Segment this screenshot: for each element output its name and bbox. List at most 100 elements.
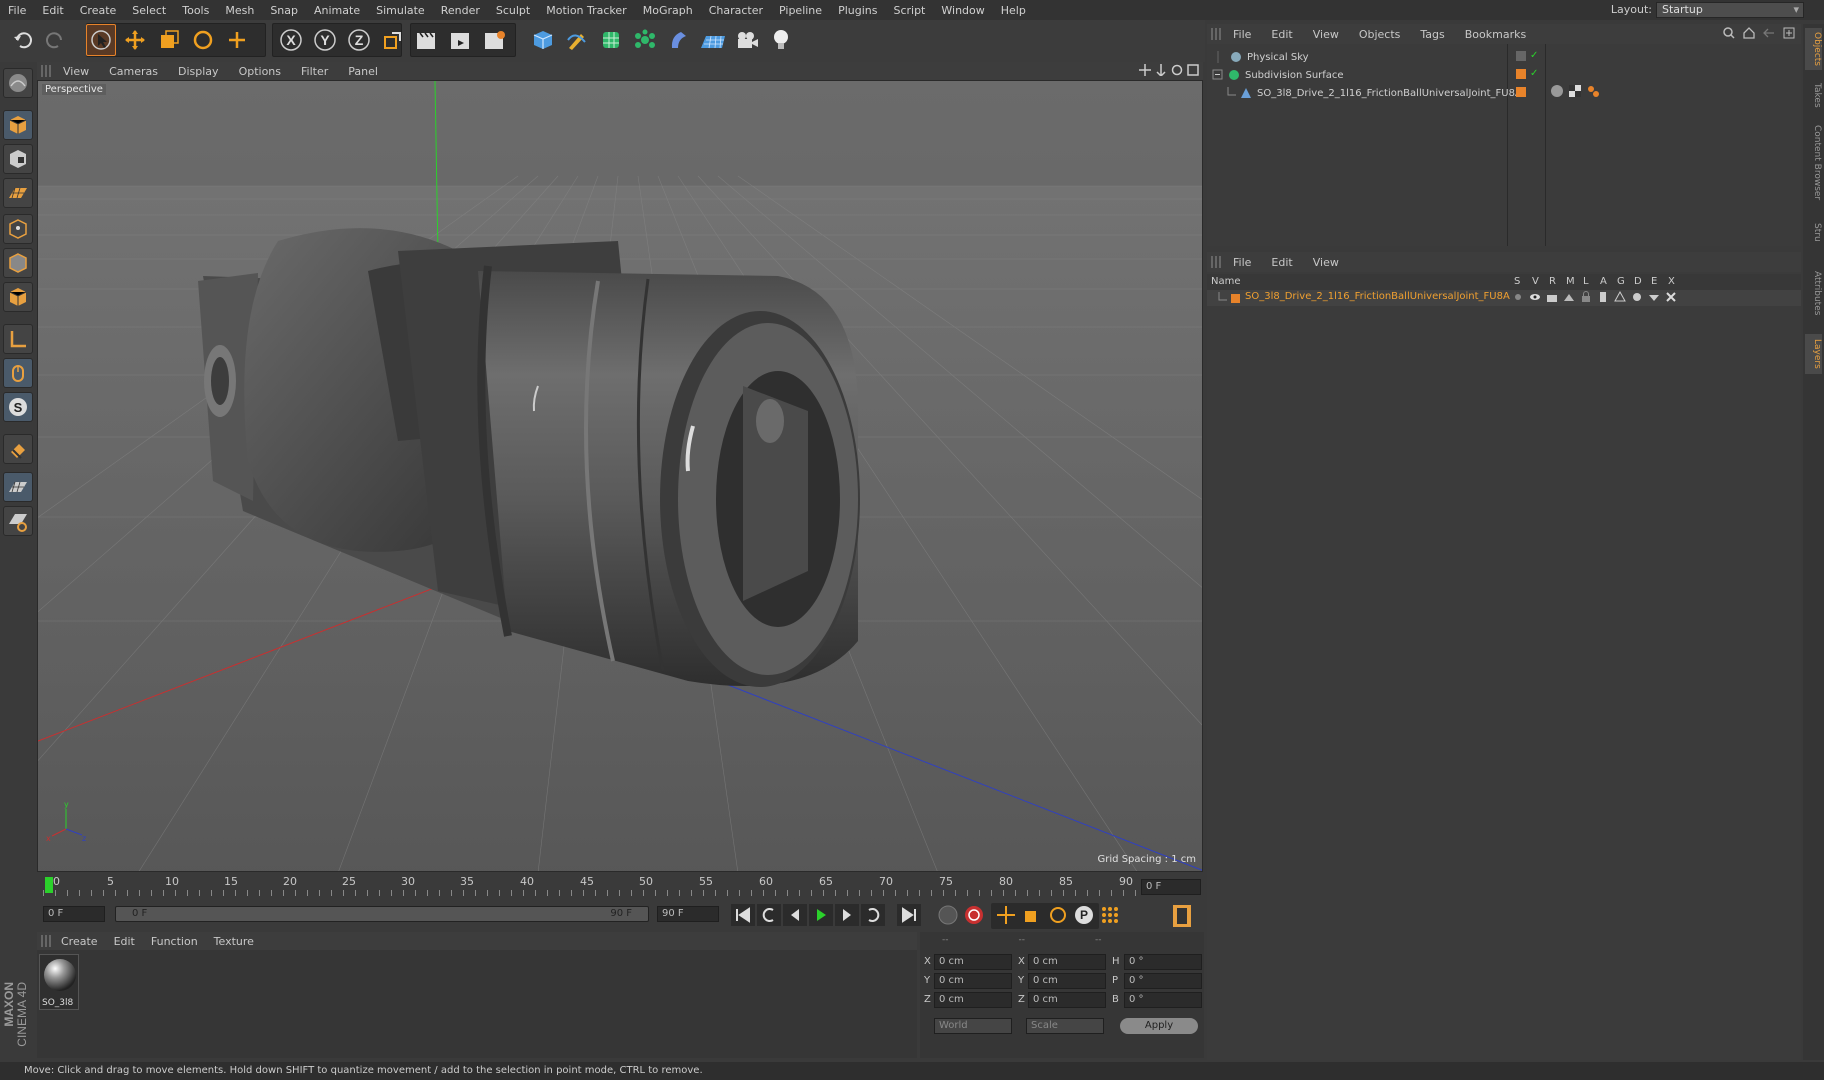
tab-objects[interactable]: Objects — [1805, 28, 1822, 70]
key-pla-icon[interactable] — [1099, 904, 1121, 926]
position-x-field[interactable]: 0 cm — [934, 954, 1012, 970]
xref-icon[interactable] — [1665, 291, 1677, 303]
render-view-button[interactable] — [412, 24, 442, 56]
viewport-menu-options[interactable]: Options — [229, 65, 291, 78]
menu-help[interactable]: Help — [993, 4, 1034, 17]
size-y-field[interactable]: 0 cm — [1028, 973, 1106, 989]
next-key-icon[interactable] — [861, 904, 885, 926]
menu-file[interactable]: File — [0, 4, 34, 17]
phong-tag-icon[interactable] — [1550, 84, 1564, 98]
material-tag-icon[interactable] — [1586, 84, 1600, 98]
y-axis-lock-button[interactable]: Y — [310, 24, 340, 56]
material-menu-function[interactable]: Function — [143, 935, 206, 948]
previous-key-icon[interactable] — [757, 904, 781, 926]
menu-animate[interactable]: Animate — [306, 4, 368, 17]
texture-mode-button[interactable] — [3, 144, 33, 174]
dolly-icon[interactable] — [1155, 64, 1167, 76]
viewport-menu-filter[interactable]: Filter — [291, 65, 338, 78]
expression-icon[interactable] — [1648, 291, 1660, 303]
viewport-menu-view[interactable]: View — [53, 65, 99, 78]
menu-pipeline[interactable]: Pipeline — [771, 4, 830, 17]
subdivision-surface-button[interactable] — [596, 24, 626, 56]
enabled-check-icon[interactable]: ✓ — [1530, 68, 1538, 79]
make-editable-button[interactable] — [3, 68, 33, 98]
coordinate-mode-select[interactable]: World — [934, 1018, 1012, 1034]
pan-icon[interactable] — [1139, 64, 1151, 76]
coordinate-system-button[interactable] — [378, 24, 408, 56]
menu-mesh[interactable]: Mesh — [217, 4, 262, 17]
apply-button[interactable]: Apply — [1120, 1018, 1198, 1034]
snap-button[interactable] — [3, 434, 33, 464]
back-icon[interactable] — [1763, 27, 1775, 39]
timeline-ruler[interactable]: 0 5 10 15 20 25 30 35 40 45 50 55 60 65 … — [37, 874, 1203, 902]
objects-menu-bookmarks[interactable]: Bookmarks — [1455, 28, 1536, 41]
redo-button[interactable] — [40, 24, 70, 56]
previous-frame-icon[interactable] — [783, 904, 807, 926]
z-axis-lock-button[interactable]: Z — [344, 24, 374, 56]
menu-tools[interactable]: Tools — [174, 4, 217, 17]
layout-select[interactable]: Startup — [1656, 2, 1804, 18]
manager-icon[interactable] — [1563, 291, 1575, 303]
move-tool-button[interactable] — [120, 24, 150, 56]
deformer-button[interactable] — [664, 24, 694, 56]
recent-tool-button[interactable] — [222, 24, 252, 56]
new-view-icon[interactable] — [1783, 27, 1795, 39]
eye-icon[interactable] — [1529, 291, 1541, 303]
rotate-tool-button[interactable] — [188, 24, 218, 56]
key-rotation-icon[interactable] — [1047, 904, 1069, 926]
scale-tool-button[interactable] — [154, 24, 184, 56]
deformer-icon[interactable] — [1631, 291, 1643, 303]
floor-button[interactable] — [698, 24, 728, 56]
material-menu-create[interactable]: Create — [53, 935, 106, 948]
select-tool-button[interactable] — [86, 24, 116, 56]
key-mode-icon[interactable] — [937, 904, 959, 926]
rotation-p-field[interactable]: 0 ° — [1124, 973, 1202, 989]
tab-content-browser[interactable]: Content Browser — [1805, 120, 1822, 206]
texture-tag-icon[interactable] — [1568, 84, 1582, 98]
polygons-mode-button[interactable] — [3, 282, 33, 312]
orbit-icon[interactable] — [1171, 64, 1183, 76]
model-mode-button[interactable] — [3, 110, 33, 140]
menu-edit[interactable]: Edit — [34, 4, 71, 17]
tab-attributes[interactable]: Attributes — [1805, 260, 1822, 326]
key-scale-icon[interactable] — [1021, 904, 1043, 926]
objects-menu-tags[interactable]: Tags — [1410, 28, 1454, 41]
tab-structure[interactable]: Stru — [1805, 212, 1822, 252]
layer-color-swatch[interactable] — [1516, 51, 1526, 61]
objects-menu-objects[interactable]: Objects — [1349, 28, 1411, 41]
play-icon[interactable] — [809, 904, 833, 926]
edges-mode-button[interactable] — [3, 248, 33, 278]
go-to-end-icon[interactable] — [897, 904, 921, 926]
x-axis-lock-button[interactable]: X — [276, 24, 306, 56]
render-picture-viewer-button[interactable] — [446, 24, 476, 56]
menu-snap[interactable]: Snap — [262, 4, 306, 17]
enabled-check-icon[interactable]: ✓ — [1530, 50, 1538, 61]
solo-dot-icon[interactable] — [1512, 291, 1524, 303]
object-row-subdivision-surface[interactable]: Subdivision Surface — [1212, 66, 1344, 84]
material-menu-edit[interactable]: Edit — [106, 935, 143, 948]
layer-color-swatch[interactable] — [1516, 69, 1526, 79]
quantize-button[interactable] — [3, 506, 33, 536]
cloner-button[interactable] — [630, 24, 660, 56]
rotation-h-field[interactable]: 0 ° — [1124, 954, 1202, 970]
end-frame-field[interactable]: 90 F — [657, 906, 719, 922]
camera-button[interactable] — [732, 24, 762, 56]
layers-menu-file[interactable]: File — [1223, 256, 1261, 269]
generator-icon[interactable] — [1614, 291, 1626, 303]
search-icon[interactable] — [1723, 27, 1735, 39]
current-frame-field[interactable]: 0 F — [1141, 879, 1201, 895]
position-y-field[interactable]: 0 cm — [934, 973, 1012, 989]
menu-character[interactable]: Character — [701, 4, 771, 17]
viewport-menu-cameras[interactable]: Cameras — [99, 65, 168, 78]
objects-menu-view[interactable]: View — [1303, 28, 1349, 41]
menu-render[interactable]: Render — [433, 4, 488, 17]
viewport-menu-panel[interactable]: Panel — [338, 65, 388, 78]
workplane-lock-button[interactable] — [3, 472, 33, 502]
light-button[interactable] — [766, 24, 796, 56]
tweak-mode-button[interactable] — [3, 358, 33, 388]
animation-icon[interactable] — [1597, 291, 1609, 303]
maximize-view-icon[interactable] — [1187, 64, 1199, 76]
object-row-physical-sky[interactable]: Physical Sky — [1212, 48, 1309, 66]
lock-icon[interactable] — [1580, 291, 1592, 303]
render-settings-button[interactable] — [480, 24, 510, 56]
